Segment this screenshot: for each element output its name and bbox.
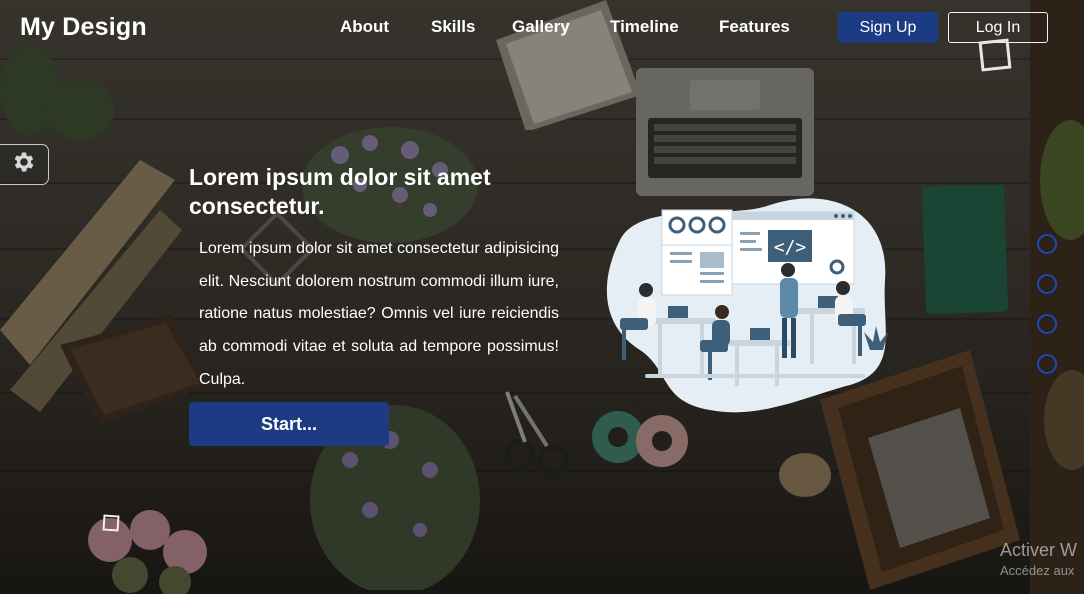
nav-link-about[interactable]: About <box>340 17 389 37</box>
log-in-button[interactable]: Log In <box>948 12 1048 43</box>
gear-icon <box>11 149 37 180</box>
watermark-line-2: Accédez aux <box>1000 563 1075 578</box>
settings-toggle[interactable] <box>0 144 49 185</box>
nav-link-skills[interactable]: Skills <box>431 17 475 37</box>
start-button[interactable]: Start... <box>189 402 389 446</box>
floating-square-shape <box>102 514 120 532</box>
code-tag-label: </> <box>774 237 807 258</box>
section-bullet-2[interactable] <box>1037 274 1057 294</box>
nav-link-timeline[interactable]: Timeline <box>610 17 679 37</box>
developer-team-illustration: </> <box>600 190 900 420</box>
top-navbar: My Design About Skills Gallery Timeline … <box>0 0 1084 56</box>
section-bullet-4[interactable] <box>1037 354 1057 374</box>
hero-title: Lorem ipsum dolor sit amet consectetur. <box>189 164 491 219</box>
section-bullet-1[interactable] <box>1037 234 1057 254</box>
section-bullet-3[interactable] <box>1037 314 1057 334</box>
site-logo[interactable]: My Design <box>20 13 147 42</box>
nav-link-gallery[interactable]: Gallery <box>512 17 570 37</box>
watermark-line-1: Activer W <box>1000 540 1078 560</box>
hero-paragraph: Lorem ipsum dolor sit amet consectetur a… <box>199 240 559 388</box>
nav-link-features[interactable]: Features <box>719 17 790 37</box>
os-activation-watermark: Activer W Accédez aux <box>1000 540 1077 578</box>
sign-up-button[interactable]: Sign Up <box>838 12 938 43</box>
floating-square-shape <box>978 38 1012 72</box>
